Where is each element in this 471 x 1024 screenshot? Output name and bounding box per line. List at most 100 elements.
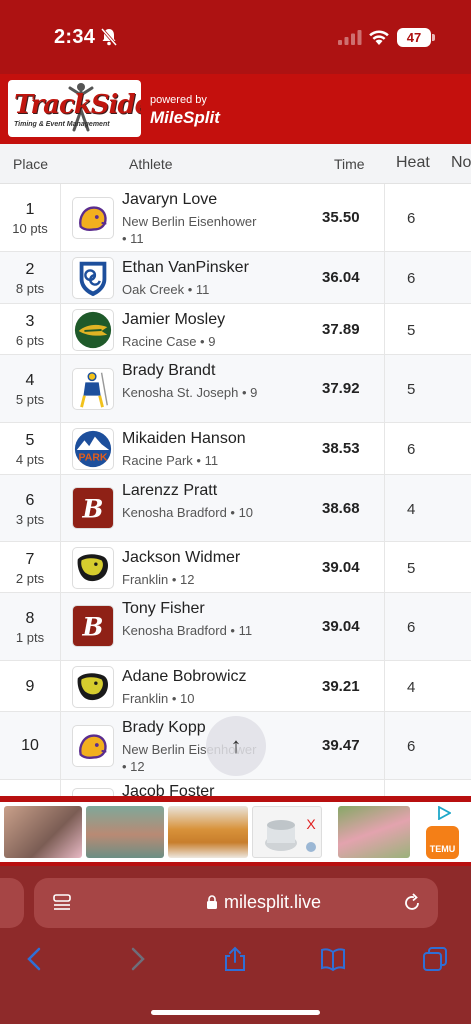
- lock-icon: [207, 895, 217, 909]
- trackside-title: TrackSide: [14, 90, 141, 120]
- url-text[interactable]: milesplit.live: [224, 892, 321, 913]
- athlete-name[interactable]: Jacob Foster: [122, 783, 214, 796]
- place-number: 4: [25, 372, 35, 389]
- table-row[interactable]: 3 6 pts Jamier Mosley Racine Case • 9 37…: [0, 304, 471, 355]
- status-time: 2:34: [54, 26, 96, 48]
- place-number: 5: [25, 432, 35, 449]
- athlete-school: Racine Case • 9: [122, 334, 216, 349]
- lion-icon: [79, 206, 107, 231]
- athlete-name[interactable]: Ethan VanPinsker: [122, 259, 249, 277]
- back-icon[interactable]: [22, 946, 48, 972]
- table-row[interactable]: 5 4 pts PARK Mikaiden Hanson Racine Park…: [0, 423, 471, 475]
- athlete-heat: 6: [407, 270, 416, 287]
- athlete-heat: 5: [407, 560, 416, 577]
- status-bar: 2:34 47: [0, 0, 471, 74]
- bell-off-icon: [101, 28, 117, 46]
- athlete-time: 37.92: [322, 380, 360, 397]
- athlete-name[interactable]: Adane Bobrowicz: [122, 668, 247, 686]
- previous-tab-peek[interactable]: [0, 878, 24, 928]
- athlete-time: 39.04: [322, 559, 360, 576]
- results-table-body: 1 10 pts Javaryn Love New Berlin Eisenho…: [0, 184, 471, 796]
- address-bar[interactable]: milesplit.live: [34, 878, 438, 928]
- lancer-icon: [80, 372, 108, 408]
- ad-product-image[interactable]: [86, 806, 164, 858]
- battery-tip: [432, 34, 435, 41]
- ad-product-image[interactable]: [168, 806, 248, 858]
- athlete-name[interactable]: Larenzz Pratt: [122, 482, 217, 500]
- table-row[interactable]: 8 1 pts B Tony Fisher Kenosha Bradford •…: [0, 593, 471, 661]
- place-cell: 5 4 pts: [0, 423, 61, 474]
- tabs-icon[interactable]: [422, 946, 448, 972]
- athlete-name[interactable]: Brady Brandt: [122, 362, 215, 380]
- table-row[interactable]: 7 2 pts Jackson Widmer Franklin • 12 39.…: [0, 542, 471, 593]
- trackside-logo[interactable]: TrackSide Timing & Event Management: [8, 80, 141, 137]
- place-points: 8 pts: [15, 281, 45, 296]
- table-row[interactable]: 6 3 pts B Larenzz Pratt Kenosha Bradford…: [0, 475, 471, 542]
- table-row[interactable]: 1 10 pts Javaryn Love New Berlin Eisenho…: [0, 184, 471, 252]
- ad-product-image[interactable]: [338, 806, 410, 858]
- team-logo: PARK: [72, 428, 114, 470]
- wifi-icon: [369, 30, 389, 45]
- sabre-icon: [77, 554, 109, 582]
- reload-icon[interactable]: [402, 893, 422, 913]
- athlete-name[interactable]: Jackson Widmer: [122, 549, 240, 567]
- athlete-heat: 4: [407, 501, 416, 518]
- lion-icon: [79, 734, 107, 759]
- header-heat[interactable]: Heat: [396, 154, 430, 172]
- ad-choices-icon[interactable]: [437, 806, 451, 820]
- b-icon: B: [73, 606, 113, 646]
- forward-icon[interactable]: [124, 946, 150, 972]
- place-number: 6: [25, 492, 35, 509]
- ad-product-image[interactable]: X: [252, 806, 322, 858]
- table-row[interactable]: 2 8 pts Ethan VanPinsker Oak Creek • 11 …: [0, 252, 471, 304]
- header-extra-column[interactable]: No: [451, 154, 471, 172]
- place-number: 9: [25, 678, 35, 695]
- ad-banner[interactable]: X TEMU: [0, 796, 471, 866]
- place-number: 3: [25, 313, 35, 330]
- temu-logo[interactable]: TEMU: [426, 826, 459, 859]
- team-logo: B: [72, 605, 114, 647]
- header-place[interactable]: Place: [13, 156, 48, 172]
- athlete-name[interactable]: Tony Fisher: [122, 600, 205, 618]
- place-points: 5 pts: [15, 392, 45, 407]
- scroll-to-top-button[interactable]: ↑: [206, 716, 266, 776]
- athlete-name[interactable]: Mikaiden Hanson: [122, 430, 246, 448]
- athlete-heat: 6: [407, 619, 416, 636]
- header-time[interactable]: Time: [334, 156, 365, 172]
- svg-text:PARK: PARK: [79, 452, 108, 463]
- team-logo: [72, 309, 114, 351]
- athlete-school: New Berlin Eisenhower • 11: [122, 214, 257, 246]
- athlete-name[interactable]: Brady Kopp: [122, 719, 206, 737]
- table-row[interactable]: 4 5 pts Brady Brandt Kenosha St. Joseph …: [0, 355, 471, 423]
- place-cell: 8 1 pts: [0, 593, 61, 660]
- reader-mode-icon[interactable]: [52, 894, 72, 912]
- place-number: 10: [21, 737, 39, 754]
- team-logo: [72, 547, 114, 589]
- team-logo: [72, 257, 114, 299]
- place-cell: 2 8 pts: [0, 252, 61, 303]
- table-row[interactable]: 9 Adane Bobrowicz Franklin • 10 39.21 4: [0, 661, 471, 712]
- athlete-time: 36.04: [322, 269, 360, 286]
- results-table-header: Place Athlete Time Heat No: [0, 144, 471, 184]
- place-cell: 9: [0, 661, 61, 711]
- milesplit-logo[interactable]: MileSplit: [150, 108, 220, 128]
- place-number: 7: [25, 551, 35, 568]
- athlete-heat: 6: [407, 441, 416, 458]
- place-cell: 7 2 pts: [0, 542, 61, 592]
- share-icon[interactable]: [222, 946, 248, 972]
- athlete-name[interactable]: Jamier Mosley: [122, 311, 225, 329]
- athlete-name[interactable]: Javaryn Love: [122, 191, 217, 209]
- bookmarks-icon[interactable]: [320, 946, 346, 972]
- ad-product-image[interactable]: [4, 806, 82, 858]
- athlete-heat: 5: [407, 322, 416, 339]
- team-logo: [72, 368, 114, 410]
- ad-content[interactable]: X TEMU: [0, 802, 471, 862]
- trackside-subtitle: Timing & Event Management: [14, 121, 110, 128]
- athlete-time: 37.89: [322, 321, 360, 338]
- place-cell: 10: [0, 712, 61, 779]
- arrow-up-icon: ↑: [230, 733, 242, 758]
- athlete-school: Racine Park • 11: [122, 453, 219, 468]
- athlete-time: 39.04: [322, 618, 360, 635]
- header-athlete[interactable]: Athlete: [129, 156, 173, 172]
- table-row[interactable]: Jacob Foster: [0, 780, 471, 796]
